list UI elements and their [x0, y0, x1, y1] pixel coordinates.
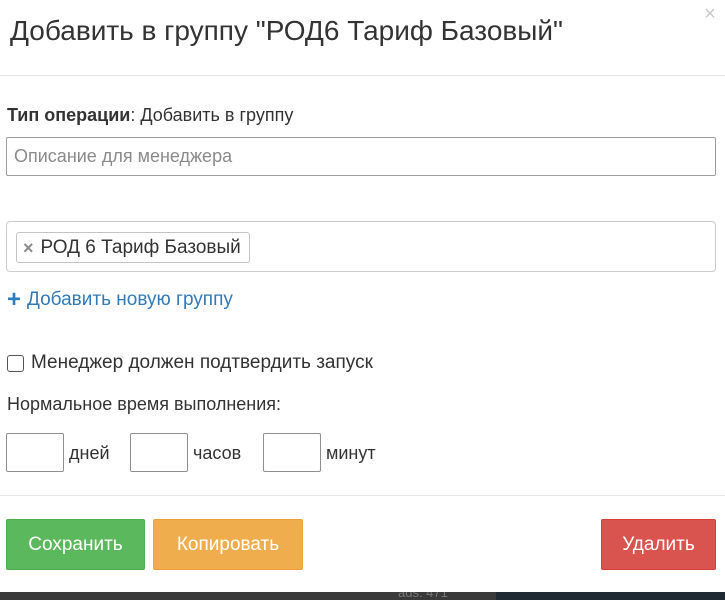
close-icon[interactable]: ×: [700, 4, 720, 24]
operation-type-value: Добавить в группу: [140, 105, 294, 125]
manager-confirm-row: Менеджер должен подтвердить запуск: [7, 352, 373, 374]
remove-tag-icon[interactable]: ×: [23, 239, 34, 257]
manager-confirm-label: Менеджер должен подтвердить запуск: [31, 352, 373, 373]
modal-title: Добавить в группу "РОД6 Тариф Базовый": [10, 15, 563, 46]
add-new-group-label: Добавить новую группу: [27, 289, 233, 310]
delete-button[interactable]: Удалить: [601, 519, 716, 570]
modal-header: Добавить в группу "РОД6 Тариф Базовый" ×: [0, 0, 725, 76]
manager-confirm-checkbox[interactable]: [7, 354, 24, 372]
minutes-input[interactable]: [263, 433, 321, 472]
hours-unit-label: часов: [193, 443, 242, 463]
save-button[interactable]: Сохранить: [6, 519, 145, 570]
minutes-unit-label: минут: [326, 443, 376, 463]
normal-time-label: Нормальное время выполнения:: [7, 394, 282, 414]
manager-description-input[interactable]: [6, 137, 716, 176]
plus-icon: +: [7, 286, 22, 313]
background-page: ads: 471: [0, 586, 725, 600]
group-select[interactable]: × РОД 6 Тариф Базовый: [6, 221, 716, 272]
selected-group-label: РОД 6 Тариф Базовый: [40, 236, 241, 258]
hours-input[interactable]: [130, 433, 188, 472]
copy-button[interactable]: Копировать: [153, 519, 303, 570]
add-to-group-modal: Добавить в группу "РОД6 Тариф Базовый" ×…: [0, 0, 725, 592]
days-input[interactable]: [6, 433, 64, 472]
days-unit-label: дней: [69, 443, 110, 463]
operation-type: Тип операции: Добавить в группу: [7, 104, 293, 126]
operation-type-label: Тип операции: [7, 105, 131, 125]
operation-type-separator: :: [130, 105, 141, 125]
background-panel: [496, 592, 725, 600]
selected-group-tag: × РОД 6 Тариф Базовый: [16, 232, 250, 263]
footer-divider: [0, 495, 725, 496]
add-new-group-link[interactable]: + Добавить новую группу: [7, 286, 233, 313]
